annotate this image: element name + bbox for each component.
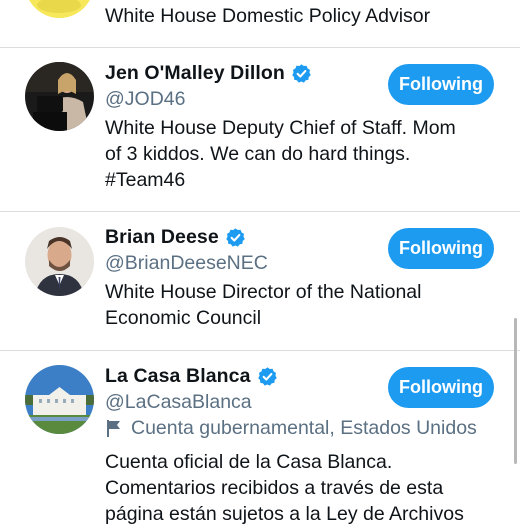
avatar[interactable] [25,0,94,18]
bio-line: página están sujetos a la Ley de Archivo… [105,503,464,525]
user-name[interactable]: Brian Deese [105,226,219,249]
following-button[interactable]: Following [388,367,494,408]
user-handle: @LaCasaBlanca [105,391,252,413]
user-name[interactable]: Jen O'Malley Dillon [105,62,285,85]
list-item[interactable]: La Casa Blanca @LaCasaBlanca Cuenta gube… [0,351,520,525]
name-line: Jen O'Malley Dillon [105,62,312,85]
user-name[interactable]: La Casa Blanca [105,365,251,388]
government-label[interactable]: Cuenta gubernamental, Estados Unidos [105,417,477,440]
bio-line: White House Deputy Chief of Staff. Mom [105,117,456,139]
avatar[interactable] [25,62,94,131]
list-item[interactable]: White House Domestic Policy Advisor [0,0,520,48]
bio-line: Economic Council [105,307,262,329]
user-bio: White House Deputy Chief of Staff. Mom o… [105,115,505,193]
avatar[interactable] [25,365,94,434]
bio-line: White House Director of the National [105,281,422,303]
flag-icon [107,420,120,437]
government-label-text: Cuenta gubernamental, Estados Unidos [131,417,477,439]
bio-line: Comentarios recibidos a través de esta [105,477,444,499]
list-item[interactable]: Brian Deese @BrianDeeseNEC White House D… [0,212,520,350]
following-button[interactable]: Following [388,64,494,105]
name-line: Brian Deese [105,226,246,249]
bio-line: Cuenta oficial de la Casa Blanca. [105,451,393,473]
name-line: La Casa Blanca [105,365,278,388]
list-item[interactable]: Jen O'Malley Dillon @JOD46 White House D… [0,48,520,211]
user-bio: Cuenta oficial de la Casa Blanca. Coment… [105,449,505,527]
scrollbar[interactable] [514,318,517,464]
user-bio: White House Domestic Policy Advisor [105,5,431,27]
user-bio: White House Director of the National Eco… [105,279,505,331]
avatar[interactable] [25,227,94,296]
verified-badge-icon [226,228,245,247]
bio-line: of 3 kiddos. We can do hard things. [105,143,411,165]
user-handle: @JOD46 [105,88,186,110]
following-button[interactable]: Following [388,228,494,269]
verified-badge-icon [257,367,277,386]
user-handle: @BrianDeeseNEC [105,252,268,274]
verified-badge-icon [292,64,311,83]
bio-line: #Team46 [105,169,186,191]
